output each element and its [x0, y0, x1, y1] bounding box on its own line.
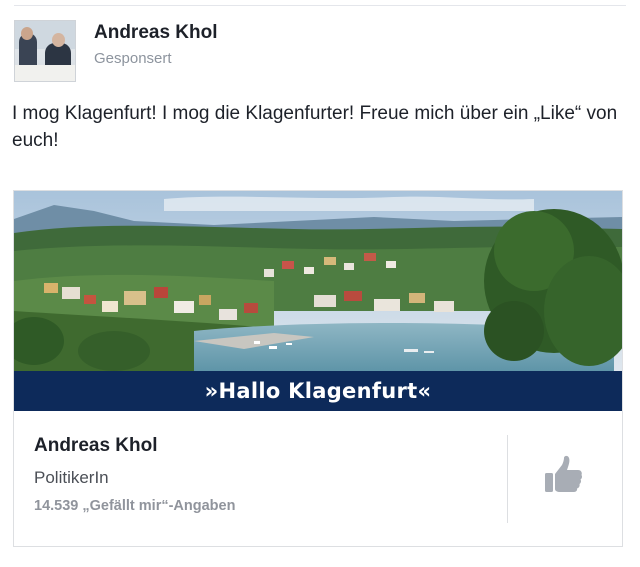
top-divider [14, 5, 626, 6]
thumbs-up-icon [545, 455, 583, 492]
ad-image[interactable] [14, 191, 622, 371]
page-info[interactable]: Andreas Khol PolitikerIn 14.539 „Gefällt… [14, 411, 622, 546]
like-page-button[interactable] [541, 453, 587, 499]
post-header: Andreas Khol Gesponsert [14, 20, 614, 84]
vertical-divider [507, 435, 508, 523]
post-text: I mog Klagenfurt! I mog die Klagenfurter… [12, 103, 618, 151]
avatar[interactable] [14, 20, 76, 82]
sponsored-label: Gesponsert [94, 50, 172, 67]
page-likes-count: 14.539 „Gefällt mir“-Angaben [34, 498, 236, 514]
page-name[interactable]: Andreas Khol [34, 435, 158, 457]
post-author-name[interactable]: Andreas Khol [94, 22, 218, 44]
page-category: PolitikerIn [34, 468, 109, 487]
ad-card[interactable]: »Hallo Klagenfurt« Andreas Khol Politike… [13, 190, 623, 547]
ad-banner-title[interactable]: »Hallo Klagenfurt« [14, 371, 622, 411]
